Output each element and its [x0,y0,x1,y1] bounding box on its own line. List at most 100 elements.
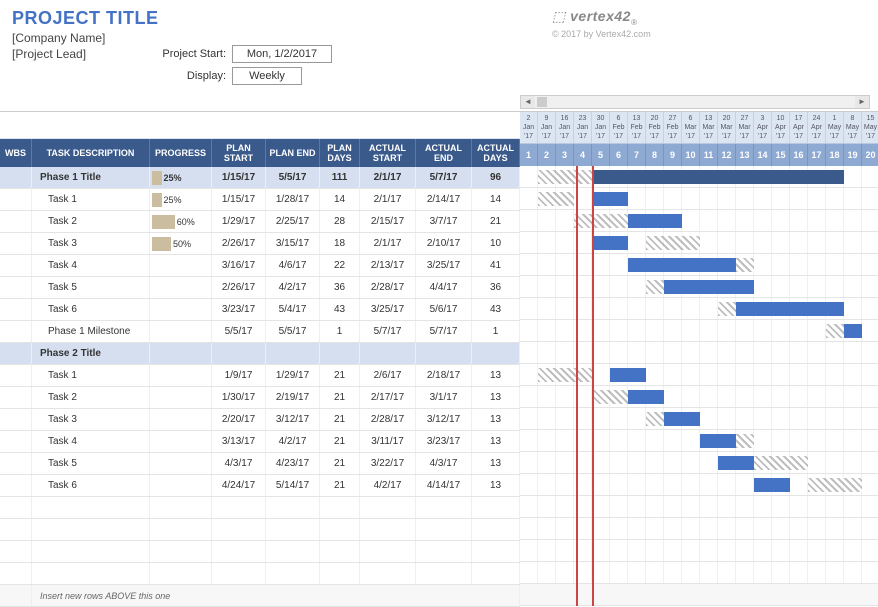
gantt-cell[interactable] [808,540,826,561]
gantt-cell[interactable] [772,320,790,341]
gantt-cell[interactable] [646,496,664,517]
actual-start-cell[interactable]: 3/22/17 [360,453,416,474]
wbs-cell[interactable] [0,189,32,210]
plan-end-cell[interactable]: 3/12/17 [266,409,320,430]
actual-start-cell[interactable]: 2/1/17 [360,233,416,254]
gantt-cell[interactable] [754,210,772,231]
gantt-cell[interactable] [754,518,772,539]
actual-days-cell[interactable]: 13 [472,431,520,452]
actual-start-cell[interactable]: 4/2/17 [360,475,416,496]
actual-start-cell[interactable]: 3/11/17 [360,431,416,452]
gantt-cell[interactable] [844,386,862,407]
gantt-cell[interactable] [664,342,682,363]
gantt-cell[interactable] [646,342,664,363]
gantt-cell[interactable] [556,562,574,583]
gantt-cell[interactable] [664,540,682,561]
gantt-cell[interactable] [862,276,878,297]
gantt-cell[interactable] [556,474,574,495]
gantt-cell[interactable] [610,408,628,429]
plan-days-cell[interactable]: 21 [320,431,360,452]
plan-end-cell[interactable]: 5/5/17 [266,321,320,342]
gantt-cell[interactable] [700,474,718,495]
gantt-cell[interactable] [826,408,844,429]
gantt-cell[interactable] [682,518,700,539]
empty-cell[interactable] [360,541,416,562]
plan-days-cell[interactable]: 18 [320,233,360,254]
gantt-cell[interactable] [664,364,682,385]
gantt-cell[interactable] [592,408,610,429]
gantt-cell[interactable] [790,386,808,407]
gantt-cell[interactable] [682,298,700,319]
gantt-cell[interactable] [844,540,862,561]
actual-end-cell[interactable]: 2/10/17 [416,233,472,254]
gantt-cell[interactable] [700,188,718,209]
gantt-cell[interactable] [538,342,556,363]
gantt-cell[interactable] [520,364,538,385]
gantt-cell[interactable] [538,298,556,319]
gantt-cell[interactable] [754,320,772,341]
gantt-cell[interactable] [862,386,878,407]
progress-cell[interactable] [150,365,212,386]
gantt-cell[interactable] [772,518,790,539]
gantt-cell[interactable] [592,474,610,495]
progress-cell[interactable] [150,343,212,364]
gantt-cell[interactable] [520,496,538,517]
gantt-cell[interactable] [772,430,790,451]
gantt-cell[interactable] [790,518,808,539]
plan-start-cell[interactable]: 2/26/17 [212,277,266,298]
gantt-cell[interactable] [646,452,664,473]
gantt-cell[interactable] [754,364,772,385]
gantt-cell[interactable] [736,386,754,407]
gantt-cell[interactable] [862,430,878,451]
gantt-cell[interactable] [682,210,700,231]
gantt-cell[interactable] [628,188,646,209]
empty-cell[interactable] [150,563,212,584]
gantt-cell[interactable] [592,320,610,341]
actual-days-cell[interactable]: 13 [472,409,520,430]
actual-start-cell[interactable]: 2/1/17 [360,167,416,188]
gantt-cell[interactable] [772,562,790,583]
scroll-right-icon[interactable]: ► [855,96,869,108]
plan-days-cell[interactable]: 21 [320,365,360,386]
gantt-cell[interactable] [682,562,700,583]
gantt-cell[interactable] [844,342,862,363]
gantt-cell[interactable] [862,320,878,341]
empty-cell[interactable] [32,563,150,584]
gantt-cell[interactable] [700,452,718,473]
plan-end-cell[interactable]: 4/2/17 [266,277,320,298]
task-name-cell[interactable]: Phase 2 Title [32,343,150,364]
gantt-cell[interactable] [808,518,826,539]
gantt-cell[interactable] [646,298,664,319]
gantt-cell[interactable] [538,254,556,275]
progress-cell[interactable]: 60% [150,211,212,232]
empty-cell[interactable] [320,497,360,518]
gantt-cell[interactable] [772,276,790,297]
actual-end-cell[interactable]: 4/4/17 [416,277,472,298]
gantt-cell[interactable] [808,188,826,209]
actual-start-cell[interactable]: 2/1/17 [360,189,416,210]
actual-start-cell[interactable]: 3/25/17 [360,299,416,320]
gantt-cell[interactable] [700,496,718,517]
gantt-cell[interactable] [790,430,808,451]
gantt-cell[interactable] [790,232,808,253]
actual-start-cell[interactable]: 2/28/17 [360,277,416,298]
wbs-cell[interactable] [0,365,32,386]
empty-cell[interactable] [472,519,520,540]
plan-end-cell[interactable]: 4/23/17 [266,453,320,474]
empty-cell[interactable] [0,585,32,606]
gantt-cell[interactable] [538,474,556,495]
plan-end-cell[interactable]: 5/14/17 [266,475,320,496]
gantt-cell[interactable] [520,562,538,583]
plan-days-cell[interactable]: 21 [320,453,360,474]
gantt-cell[interactable] [520,232,538,253]
gantt-cell[interactable] [808,320,826,341]
progress-cell[interactable] [150,277,212,298]
actual-days-cell[interactable]: 13 [472,387,520,408]
task-name-cell[interactable]: Phase 1 Title [32,167,150,188]
gantt-cell[interactable] [808,342,826,363]
gantt-cell[interactable] [862,518,878,539]
plan-end-cell[interactable]: 2/25/17 [266,211,320,232]
gantt-cell[interactable] [664,474,682,495]
wbs-cell[interactable] [0,431,32,452]
gantt-cell[interactable] [610,298,628,319]
